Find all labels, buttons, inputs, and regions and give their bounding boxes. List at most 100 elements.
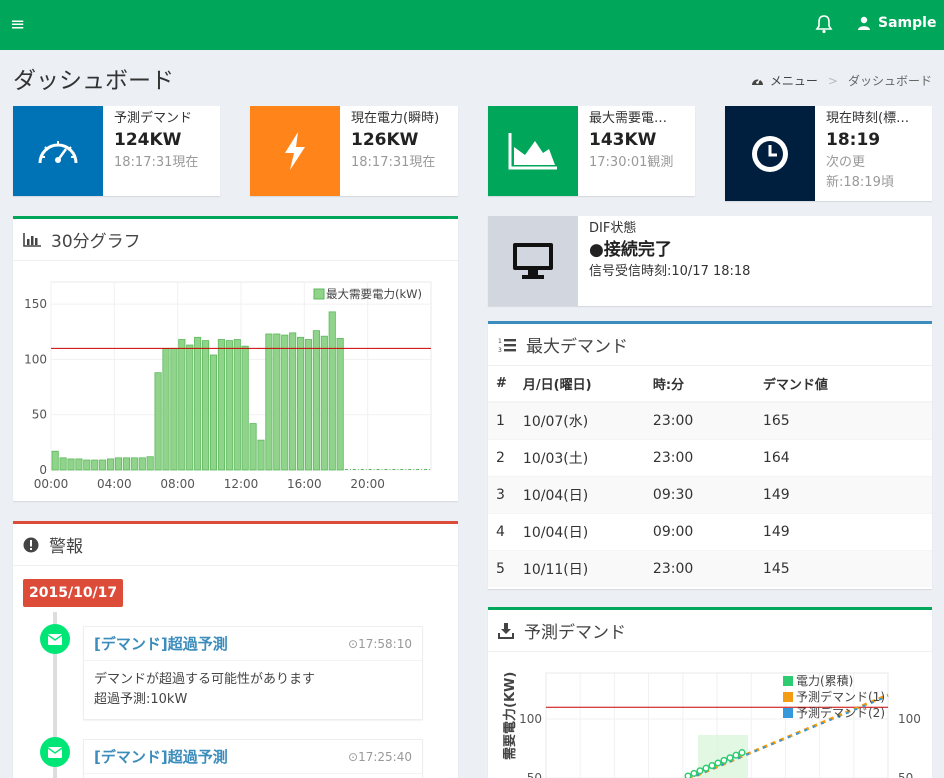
- bell-icon[interactable]: [812, 13, 836, 35]
- bar: [186, 344, 194, 471]
- info-box-label: 現在時刻(標…: [826, 111, 910, 126]
- lightning-icon: [250, 106, 340, 196]
- legend-swatch: [783, 692, 793, 702]
- table-cell: 164: [754, 438, 932, 476]
- legend-swatch: [313, 288, 325, 300]
- y-tick-label: 50: [32, 408, 47, 422]
- y2-tick-label: 50: [898, 771, 913, 778]
- y-tick-label: 0: [39, 463, 47, 477]
- x-tick-label: 08:00: [160, 477, 195, 491]
- user-menu[interactable]: Sample: [858, 15, 936, 31]
- bar: [114, 457, 123, 471]
- table-cell: 10/03(土): [514, 438, 645, 476]
- breadcrumb-menu-link[interactable]: メニュー: [770, 72, 818, 89]
- bar: [162, 347, 170, 471]
- legend-label: 予測デマンド(2): [796, 705, 885, 720]
- bar: [257, 439, 265, 471]
- svg-text:1: 1: [498, 338, 502, 345]
- bar: [336, 338, 344, 471]
- bar: [297, 336, 305, 471]
- bar: [320, 335, 328, 471]
- hamburger-menu-icon[interactable]: ≡: [10, 14, 25, 35]
- timeline-item-title[interactable]: [デマンド]超過予測: [94, 633, 228, 654]
- info-box-label: 現在電力(瞬時): [351, 111, 440, 126]
- user-name: Sample: [878, 15, 937, 31]
- table-row: 1 10/07(水) 23:00 165: [488, 401, 932, 439]
- timeline-item[interactable]: [デマンド]超過予測 ⊙17:25:40: [83, 739, 423, 778]
- bar: [289, 332, 297, 471]
- bar: [67, 458, 75, 471]
- column-header: 時:分: [644, 366, 755, 403]
- dif-status-detail: 信号受信時刻:10/17 18:18: [589, 264, 751, 279]
- timeline-item[interactable]: [デマンド]超過予測 ⊙17:58:10 デマンドが超過する可能性があります 超過予…: [83, 626, 423, 720]
- table-cell: 10/11(日): [514, 549, 645, 587]
- info-box-forecast-demand: 予測デマンド 124KW 18:17:31現在: [13, 106, 220, 196]
- data-point: [720, 756, 728, 764]
- table-cell: 23:00: [644, 549, 755, 587]
- download-icon: [498, 622, 514, 639]
- table-cell: 10/04(日): [514, 512, 645, 550]
- top-navbar: ≡ Sample: [0, 0, 944, 50]
- info-box-sub: 17:30:01観測: [589, 155, 674, 170]
- bar: [91, 459, 99, 471]
- max-demand-title: 最大デマンド: [526, 337, 628, 357]
- info-box-sub: 18:17:31現在: [114, 155, 199, 170]
- bar: [249, 423, 257, 471]
- graph30-title: 30分グラフ: [51, 232, 141, 252]
- max-demand-table: # 月/日(曜日) 時:分 デマンド値 1 10/07(水) 23:00 165 21…: [488, 366, 932, 587]
- table-row: 3 10/04(日) 09:30 149: [488, 475, 932, 513]
- timeline-item-time: ⊙17:25:40: [348, 749, 412, 764]
- table-cell: 149: [754, 475, 932, 513]
- area-chart-icon: [488, 106, 578, 196]
- bar: [130, 457, 138, 471]
- legend-label: 予測デマンド(1): [796, 689, 885, 704]
- speedometer-icon: [13, 106, 103, 196]
- legend-label: 電力(累積): [796, 673, 853, 688]
- alerts-title: 警報: [49, 537, 83, 557]
- dif-status-label: DIF状態: [589, 221, 637, 236]
- data-point: [684, 772, 692, 778]
- bar: [146, 456, 154, 471]
- data-point: [690, 769, 698, 777]
- max-demand-header: 13 最大デマンド: [488, 324, 932, 366]
- x-tick-label: 04:00: [97, 477, 132, 491]
- data-point: [708, 762, 716, 770]
- info-box-sub: 次の更: [826, 155, 866, 170]
- timeline-date-label: 2015/10/17: [23, 579, 124, 607]
- table-cell: 23:00: [644, 438, 755, 476]
- info-box-max-demand: 最大需要電… 143KW 17:30:01観測: [488, 106, 695, 196]
- bar: [312, 330, 320, 471]
- bar: [328, 311, 336, 471]
- timeline-item-text: 超過予測:10kW: [94, 692, 188, 707]
- user-icon: [858, 16, 870, 30]
- bar: [59, 457, 67, 471]
- info-box-value: 124KW: [114, 130, 182, 150]
- data-point: [732, 751, 740, 759]
- bar: [178, 339, 186, 471]
- info-box-current-time: 現在時刻(標… 18:19 次の更 新:18:19頃: [725, 106, 932, 201]
- clock-icon: [725, 106, 815, 201]
- max-demand-box: 13 最大デマンド # 月/日(曜日) 時:分 デマンド値 1 10/07(水) 2…: [488, 321, 932, 589]
- bar: [122, 457, 130, 471]
- alerts-box: 警報 2015/10/17 [デマンド]超過予測 ⊙17:58:10 デマンドが超…: [13, 521, 458, 778]
- dashboard-icon: [751, 78, 763, 85]
- table-cell: 2: [488, 438, 515, 476]
- info-box-value: 143KW: [589, 130, 657, 150]
- graph30-box: 30分グラフ 00:00 04:00 08:00 12:00 16:00 20:00 0 50…: [13, 216, 458, 501]
- bar: [202, 340, 210, 471]
- info-box-value: 18:19: [826, 130, 881, 150]
- table-cell: 145: [754, 549, 932, 587]
- timeline-item-title[interactable]: [デマンド]超過予測: [94, 746, 228, 767]
- bar: [75, 458, 83, 471]
- info-box-label: 最大需要電…: [589, 111, 668, 126]
- bar: [154, 372, 162, 471]
- info-box-sub: 18:17:31現在: [351, 155, 436, 170]
- bar: [217, 339, 225, 471]
- breadcrumb-separator: >: [827, 73, 838, 88]
- column-header: デマンド値: [754, 366, 932, 403]
- bar: [304, 339, 313, 471]
- ordered-list-icon: 13: [498, 338, 516, 353]
- graph30-header: 30分グラフ: [13, 219, 458, 261]
- data-point: [738, 749, 746, 757]
- info-box-label: 予測デマンド: [114, 111, 193, 126]
